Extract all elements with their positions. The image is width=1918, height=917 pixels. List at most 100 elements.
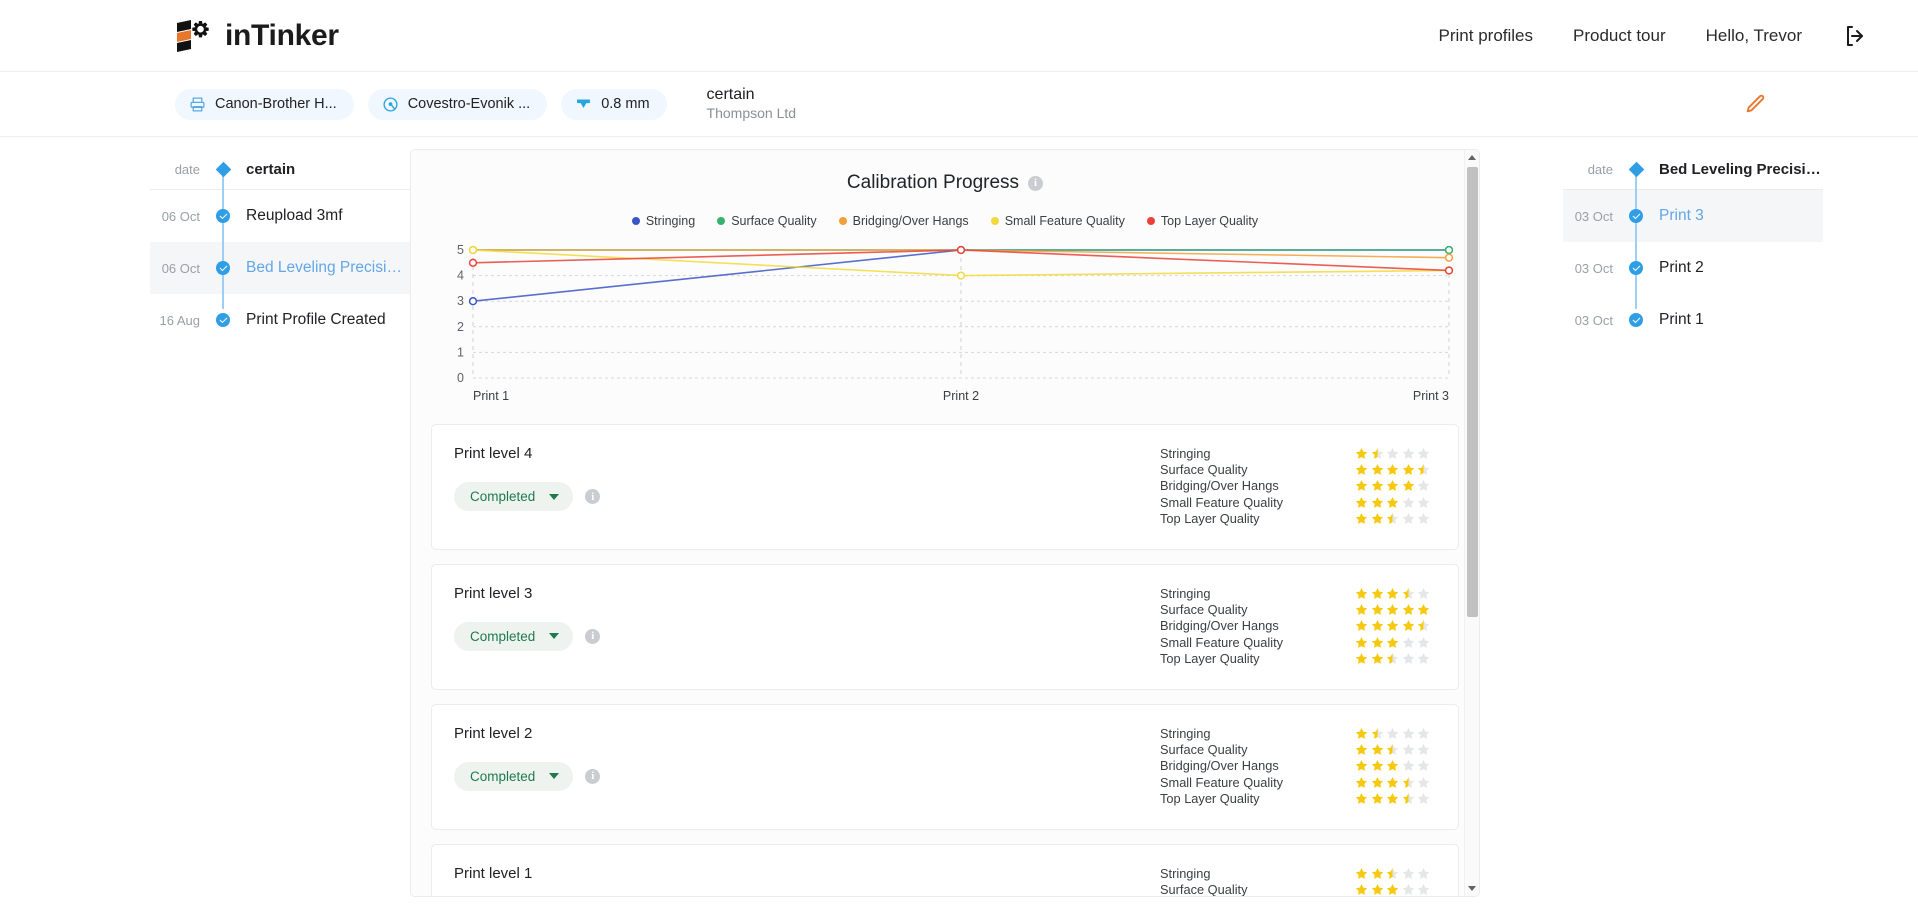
star-empty-icon[interactable] xyxy=(1402,512,1415,525)
status-dropdown[interactable]: Completed xyxy=(454,482,574,511)
star-full-icon[interactable] xyxy=(1371,619,1384,632)
list-item[interactable]: 06 Oct Reupload 3mf xyxy=(150,183,410,249)
star-rating[interactable] xyxy=(1355,776,1430,789)
star-full-icon[interactable] xyxy=(1417,603,1430,616)
star-empty-icon[interactable] xyxy=(1402,743,1415,756)
star-empty-icon[interactable] xyxy=(1402,496,1415,509)
star-full-icon[interactable] xyxy=(1386,759,1399,772)
series-point[interactable] xyxy=(1444,266,1454,275)
star-rating[interactable] xyxy=(1355,652,1430,665)
star-empty-icon[interactable] xyxy=(1417,883,1430,896)
star-full-icon[interactable] xyxy=(1371,587,1384,600)
list-item[interactable]: 03 Oct Print 1 xyxy=(1563,287,1823,346)
star-empty-icon[interactable] xyxy=(1402,447,1415,460)
star-half-icon[interactable] xyxy=(1386,867,1399,880)
legend-item[interactable]: Bridging/Over Hangs xyxy=(838,214,969,228)
star-full-icon[interactable] xyxy=(1386,496,1399,509)
star-rating[interactable] xyxy=(1355,603,1430,616)
item-label[interactable]: Print 3 xyxy=(1649,207,1704,225)
scroll-down-button[interactable] xyxy=(1465,881,1479,896)
list-item[interactable]: 06 Oct Bed Leveling Precision... xyxy=(150,235,410,301)
star-rating[interactable] xyxy=(1355,496,1430,509)
star-empty-icon[interactable] xyxy=(1417,447,1430,460)
star-rating[interactable] xyxy=(1355,479,1430,492)
nav-link-user-greeting[interactable]: Hello, Trevor xyxy=(1706,26,1802,46)
star-half-icon[interactable] xyxy=(1386,652,1399,665)
star-full-icon[interactable] xyxy=(1371,603,1384,616)
star-empty-icon[interactable] xyxy=(1402,727,1415,740)
star-full-icon[interactable] xyxy=(1355,496,1368,509)
star-full-icon[interactable] xyxy=(1371,743,1384,756)
star-empty-icon[interactable] xyxy=(1417,776,1430,789)
star-full-icon[interactable] xyxy=(1371,636,1384,649)
legend-item[interactable]: Small Feature Quality xyxy=(990,214,1125,228)
star-full-icon[interactable] xyxy=(1371,883,1384,896)
star-full-icon[interactable] xyxy=(1355,727,1368,740)
series-point[interactable] xyxy=(1444,245,1454,255)
star-full-icon[interactable] xyxy=(1355,603,1368,616)
star-empty-icon[interactable] xyxy=(1417,727,1430,740)
star-full-icon[interactable] xyxy=(1371,776,1384,789)
series-point[interactable] xyxy=(956,245,966,255)
star-full-icon[interactable] xyxy=(1355,479,1368,492)
star-full-icon[interactable] xyxy=(1386,792,1399,805)
info-icon[interactable]: i xyxy=(1028,175,1044,191)
star-empty-icon[interactable] xyxy=(1386,447,1399,460)
star-full-icon[interactable] xyxy=(1386,587,1399,600)
star-full-icon[interactable] xyxy=(1386,479,1399,492)
star-half-icon[interactable] xyxy=(1417,463,1430,476)
star-full-icon[interactable] xyxy=(1355,776,1368,789)
star-rating[interactable] xyxy=(1355,883,1430,896)
status-dropdown[interactable]: Completed xyxy=(454,621,574,651)
star-full-icon[interactable] xyxy=(1402,479,1415,492)
star-empty-icon[interactable] xyxy=(1417,867,1430,880)
edit-profile-button[interactable] xyxy=(1738,87,1772,121)
star-full-icon[interactable] xyxy=(1355,883,1368,896)
nav-link-product-tour[interactable]: Product tour xyxy=(1573,26,1666,46)
star-full-icon[interactable] xyxy=(1371,652,1384,665)
star-full-icon[interactable] xyxy=(1355,792,1368,805)
star-empty-icon[interactable] xyxy=(1386,727,1399,740)
star-empty-icon[interactable] xyxy=(1417,636,1430,649)
series-point[interactable] xyxy=(1444,253,1454,262)
star-half-icon[interactable] xyxy=(1386,743,1399,756)
star-full-icon[interactable] xyxy=(1355,867,1368,880)
scrollbar-thumb[interactable] xyxy=(1467,167,1478,617)
star-full-icon[interactable] xyxy=(1386,463,1399,476)
series-point[interactable] xyxy=(956,271,966,280)
star-full-icon[interactable] xyxy=(1371,479,1384,492)
logout-icon[interactable] xyxy=(1842,23,1868,49)
item-label[interactable]: Bed Leveling Precision... xyxy=(236,259,410,277)
list-item[interactable]: 03 Oct Print 3 xyxy=(1563,183,1823,249)
star-empty-icon[interactable] xyxy=(1417,587,1430,600)
star-full-icon[interactable] xyxy=(1386,636,1399,649)
legend-item[interactable]: Surface Quality xyxy=(717,214,817,228)
star-empty-icon[interactable] xyxy=(1417,512,1430,525)
star-empty-icon[interactable] xyxy=(1402,636,1415,649)
brand[interactable]: inTinker xyxy=(175,19,339,53)
chip-material[interactable]: Covestro-Evonik ... xyxy=(367,88,548,120)
star-empty-icon[interactable] xyxy=(1417,759,1430,772)
star-rating[interactable] xyxy=(1355,867,1430,880)
star-empty-icon[interactable] xyxy=(1417,792,1430,805)
star-half-icon[interactable] xyxy=(1386,512,1399,525)
star-rating[interactable] xyxy=(1355,759,1430,772)
star-rating[interactable] xyxy=(1355,619,1430,632)
star-half-icon[interactable] xyxy=(1402,776,1415,789)
star-full-icon[interactable] xyxy=(1386,883,1399,896)
star-full-icon[interactable] xyxy=(1371,867,1384,880)
star-rating[interactable] xyxy=(1355,447,1430,460)
star-rating[interactable] xyxy=(1355,743,1430,756)
star-rating[interactable] xyxy=(1355,463,1430,476)
star-full-icon[interactable] xyxy=(1355,587,1368,600)
status-dropdown[interactable]: Completed xyxy=(454,761,574,791)
star-empty-icon[interactable] xyxy=(1417,496,1430,509)
star-empty-icon[interactable] xyxy=(1402,883,1415,896)
legend-item[interactable]: Top Layer Quality xyxy=(1146,214,1258,228)
star-empty-icon[interactable] xyxy=(1417,743,1430,756)
star-full-icon[interactable] xyxy=(1386,619,1399,632)
chip-nozzle[interactable]: 0.8 mm xyxy=(561,88,667,120)
star-half-icon[interactable] xyxy=(1371,447,1384,460)
vertical-scrollbar[interactable] xyxy=(1464,150,1479,896)
star-rating[interactable] xyxy=(1355,636,1430,649)
